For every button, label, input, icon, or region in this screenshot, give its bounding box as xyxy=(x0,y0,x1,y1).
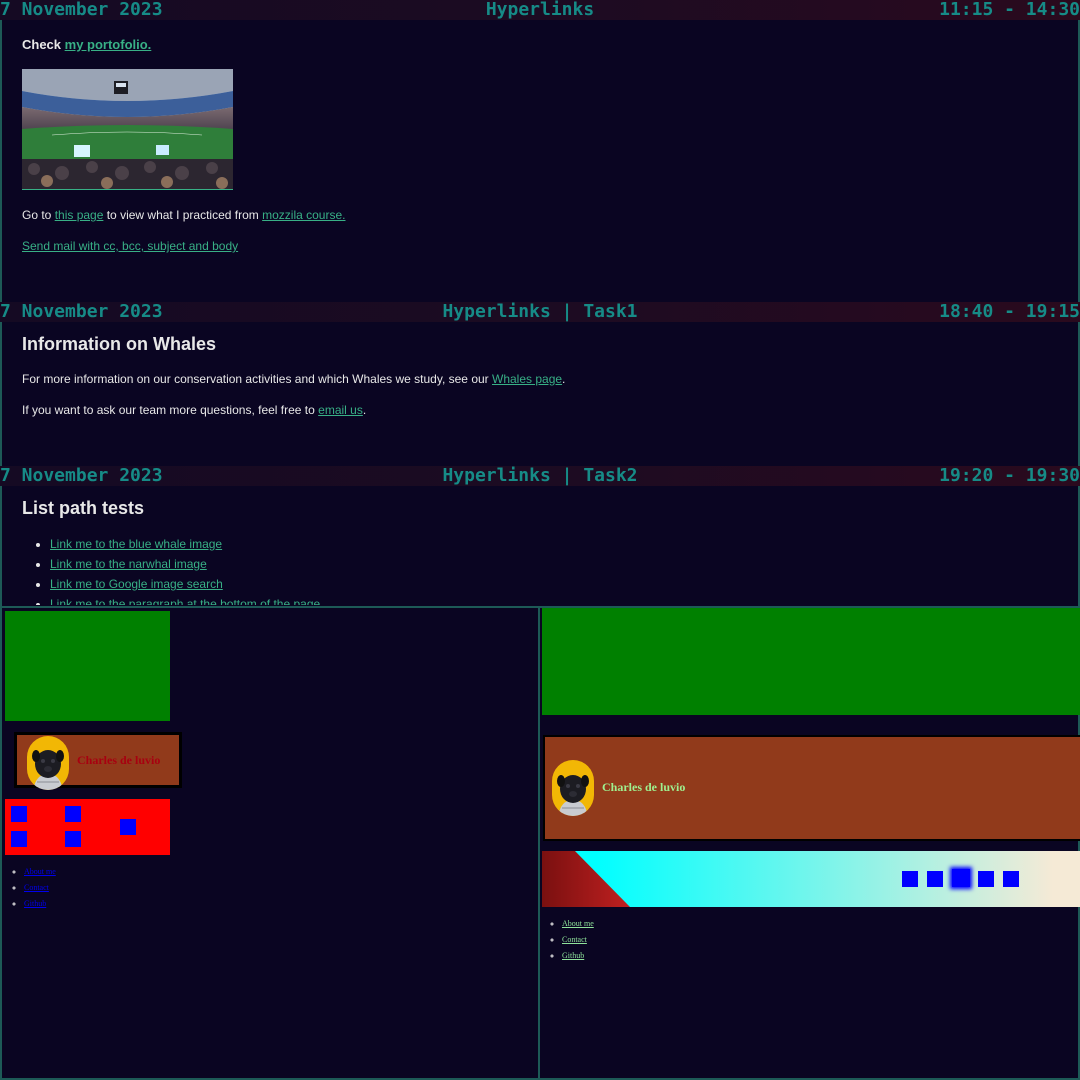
mozilla-course-link[interactable]: mozzila course. xyxy=(262,208,345,222)
nav-about-me-link[interactable]: About me xyxy=(24,867,56,876)
section-time: 19:20 - 19:30 xyxy=(939,465,1080,486)
stadium-photo[interactable] xyxy=(22,69,233,190)
blue-square xyxy=(902,871,918,887)
list-item: Link me to the narwhal image xyxy=(50,557,1052,577)
blue-square xyxy=(65,831,81,847)
this-page-link[interactable]: this page xyxy=(55,208,104,222)
goto-label: Go to xyxy=(22,208,55,222)
blue-square xyxy=(11,806,27,822)
email-paragraph: If you want to ask our team more questio… xyxy=(22,403,366,417)
list-path-heading: List path tests xyxy=(22,498,145,518)
mail-line: Send mail with cc, bcc, subject and body xyxy=(22,239,238,253)
blue-square xyxy=(978,871,994,887)
nav-contact-link[interactable]: Contact xyxy=(24,883,49,892)
section-header-task1: 7 November 2023 Hyperlinks | Task1 18:40… xyxy=(0,302,1080,322)
email-us-link[interactable]: email us xyxy=(318,403,363,417)
nav-about-me-link[interactable]: About me xyxy=(562,919,594,928)
whales-period: . xyxy=(562,372,566,386)
email-text: If you want to ask our team more questio… xyxy=(22,403,319,417)
avatar xyxy=(552,760,594,816)
nav-item: About me xyxy=(562,919,594,935)
nav-contact-link[interactable]: Contact xyxy=(562,935,587,944)
section-header-task2: 7 November 2023 Hyperlinks | Task2 19:20… xyxy=(0,466,1080,486)
red-corner-shape xyxy=(542,851,630,907)
goto-middle-label: to view what I practiced from xyxy=(103,208,263,222)
section-header-hyperlinks: 7 November 2023 Hyperlinks 11:15 - 14:30 xyxy=(0,0,1080,20)
red-strip xyxy=(5,799,170,855)
whales-paragraph: For more information on our conservation… xyxy=(22,372,565,386)
send-mail-link[interactable]: Send mail with cc, bcc, subject and body xyxy=(22,239,238,253)
nav-github-link[interactable]: Github xyxy=(562,951,584,960)
right-preview-panel: Charles de luvio About me Contact Github xyxy=(538,606,1080,1080)
pug-avatar-icon xyxy=(32,750,64,790)
nav-github-link[interactable]: Github xyxy=(24,899,46,908)
section-title: Hyperlinks xyxy=(485,0,595,20)
profile-name: Charles de luvio xyxy=(602,780,686,794)
nav-item: Contact xyxy=(24,883,56,899)
blue-square xyxy=(1003,871,1019,887)
gradient-strip xyxy=(542,851,1080,907)
green-box xyxy=(5,611,170,721)
stadium-image xyxy=(22,69,233,189)
blue-whale-link[interactable]: Link me to the blue whale image xyxy=(50,537,222,551)
blue-square xyxy=(927,871,943,887)
narwhal-link[interactable]: Link me to the narwhal image xyxy=(50,557,207,571)
google-image-search-link[interactable]: Link me to Google image search xyxy=(50,577,223,591)
blue-square xyxy=(11,831,27,847)
blue-square xyxy=(952,869,970,887)
goto-line: Go to this page to view what I practiced… xyxy=(22,208,346,222)
profile-card: Charles de luvio xyxy=(543,735,1080,841)
list-item: Link me to the blue whale image xyxy=(50,537,1052,557)
bottom-paragraph-link[interactable]: Link me to the paragraph at the bottom o… xyxy=(50,597,320,605)
nav-item: Contact xyxy=(562,935,594,951)
list-item: Link me to Google image search xyxy=(50,577,1052,597)
pug-avatar-icon xyxy=(557,775,589,816)
blue-square xyxy=(120,819,136,835)
right-nav: About me Contact Github xyxy=(540,919,594,967)
nav-item: Github xyxy=(562,951,594,967)
check-label: Check xyxy=(22,37,65,52)
profile-card: Charles de luvio xyxy=(14,732,182,790)
nav-item: Github xyxy=(24,899,56,915)
section-title: Hyperlinks | Task1 xyxy=(442,301,638,322)
left-nav: About me Contact Github xyxy=(2,867,56,915)
avatar xyxy=(27,736,69,790)
nav-item: About me xyxy=(24,867,56,883)
email-period: . xyxy=(362,403,367,417)
portfolio-link[interactable]: my portofolio. xyxy=(65,37,152,52)
left-preview-panel: Charles de luvio About me Contact Github xyxy=(0,606,540,1080)
profile-name: Charles de luvio xyxy=(77,753,161,767)
whales-page-link[interactable]: Whales page xyxy=(492,372,562,386)
path-test-list: Link me to the blue whale image Link me … xyxy=(22,537,1052,605)
whales-text: For more information on our conservation… xyxy=(22,372,492,386)
section-time: 11:15 - 14:30 xyxy=(939,0,1080,20)
green-banner xyxy=(542,608,1080,715)
section-time: 18:40 - 19:15 xyxy=(939,301,1080,322)
portfolio-line: Check my portofolio. xyxy=(22,37,151,52)
list-item: Link me to the paragraph at the bottom o… xyxy=(50,597,1052,605)
section-title: Hyperlinks | Task2 xyxy=(442,465,638,486)
whales-heading: Information on Whales xyxy=(22,334,217,354)
blue-square xyxy=(65,806,81,822)
